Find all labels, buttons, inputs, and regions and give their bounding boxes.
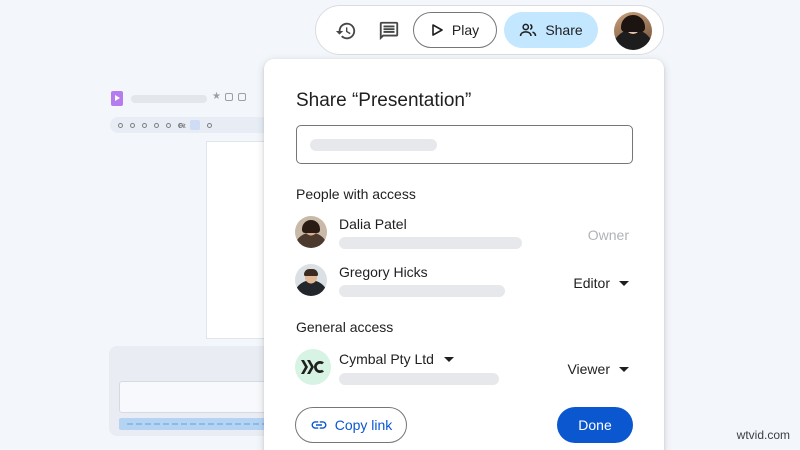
play-label: Play — [451, 22, 480, 38]
history-icon — [335, 22, 356, 40]
org-logo-icon — [295, 349, 331, 385]
role-dropdown[interactable]: Editor — [573, 275, 629, 291]
general-access-row: Cymbal Pty Ltd Viewer — [295, 347, 635, 387]
doc-title-placeholder — [131, 95, 207, 103]
play-icon — [432, 24, 443, 36]
watermark: wtvid.com — [736, 428, 790, 442]
org-name: Cymbal Pty Ltd — [339, 351, 434, 367]
folder-icon[interactable] — [225, 93, 233, 101]
role-label: Editor — [573, 275, 610, 291]
redo-icon[interactable] — [154, 122, 159, 128]
play-button[interactable]: Play — [413, 12, 497, 48]
share-button[interactable]: Share — [504, 12, 598, 48]
search-icon[interactable] — [118, 122, 123, 128]
caption-bar — [119, 418, 279, 430]
select-tool-icon[interactable] — [190, 120, 200, 130]
account-avatar[interactable] — [614, 12, 652, 50]
share-label: Share — [545, 22, 583, 38]
role-label: Viewer — [567, 361, 610, 377]
person-name: Dalia Patel — [339, 216, 407, 232]
input-placeholder — [310, 139, 437, 151]
editor-toolbar: Fit — [110, 117, 270, 133]
owner-role-label: Owner — [587, 227, 629, 243]
people-icon — [520, 23, 537, 37]
copy-link-button[interactable]: Copy link — [295, 407, 407, 443]
zoom-select[interactable]: Fit — [178, 122, 186, 130]
person-email-placeholder — [339, 285, 505, 297]
done-button[interactable]: Done — [557, 407, 633, 443]
person-name: Gregory Hicks — [339, 264, 428, 280]
person-row-editor: Gregory Hicks Editor — [295, 261, 635, 299]
star-icon[interactable]: ★ — [212, 92, 221, 102]
comments-button[interactable] — [376, 18, 402, 44]
add-people-input[interactable] — [296, 125, 633, 164]
add-icon[interactable] — [130, 122, 135, 128]
slides-doc-icon — [111, 91, 123, 106]
link-icon — [311, 421, 327, 429]
person-email-placeholder — [339, 237, 522, 249]
dialog-title: Share “Presentation” — [296, 90, 472, 111]
caret-down-icon — [443, 356, 454, 362]
caret-down-icon — [619, 280, 629, 286]
org-access-dropdown[interactable]: Cymbal Pty Ltd — [339, 351, 454, 367]
version-history-button[interactable] — [333, 18, 359, 44]
avatar — [295, 216, 327, 248]
copy-link-label: Copy link — [334, 417, 393, 433]
comments-icon — [379, 21, 399, 41]
general-role-dropdown[interactable]: Viewer — [567, 361, 629, 377]
textbox-icon[interactable] — [207, 122, 212, 128]
speaker-notes-input[interactable] — [119, 381, 279, 413]
person-row-owner: Dalia Patel Owner — [295, 213, 635, 251]
general-access-heading: General access — [296, 319, 394, 335]
doc-title-icons: ★ — [212, 92, 246, 102]
share-dialog: Share “Presentation” People with access … — [264, 59, 664, 450]
cloud-icon — [238, 93, 246, 101]
avatar — [295, 264, 327, 296]
caret-down-icon — [619, 366, 629, 372]
print-icon[interactable] — [166, 122, 171, 128]
people-with-access-heading: People with access — [296, 186, 416, 202]
top-action-bar: Play Share — [315, 5, 664, 55]
org-description-placeholder — [339, 373, 499, 385]
undo-icon[interactable] — [142, 122, 147, 128]
